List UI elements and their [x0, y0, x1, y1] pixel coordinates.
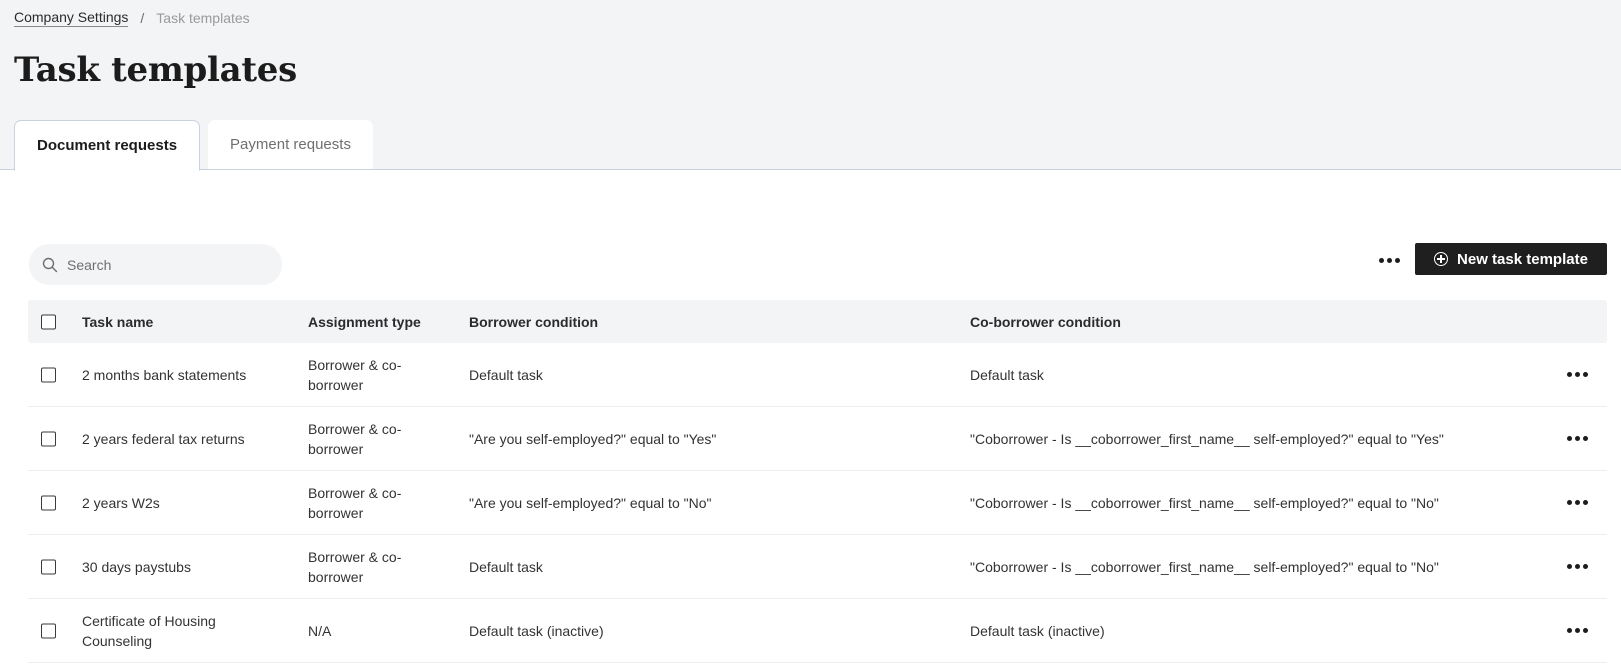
coborrower-condition-cell: "Coborrower - Is __coborrower_first_name…	[970, 494, 1439, 511]
assignment-type-cell: Borrower & co-borrower	[308, 420, 402, 457]
breadcrumb-company-settings-link[interactable]: Company Settings	[14, 9, 129, 27]
column-header-borrower-condition: Borrower condition	[469, 313, 599, 330]
task-name-cell: 30 days paystubs	[82, 558, 191, 575]
column-header-coborrower-condition: Co-borrower condition	[970, 313, 1121, 330]
column-header-assignment-type: Assignment type	[308, 313, 421, 330]
ellipsis-horizontal-icon	[1566, 564, 1588, 569]
tab-document-requests[interactable]: Document requests	[14, 120, 201, 171]
task-name-cell: 2 years W2s	[82, 494, 160, 511]
coborrower-condition-cell: "Coborrower - Is __coborrower_first_name…	[970, 430, 1444, 447]
row-checkbox[interactable]	[41, 559, 56, 574]
row-actions-button[interactable]	[1562, 557, 1592, 577]
task-name-cell: Certificate of Housing Counseling	[82, 612, 216, 649]
row-checkbox[interactable]	[41, 623, 56, 638]
borrower-condition-cell: Default task	[469, 366, 543, 383]
assignment-type-cell: N/A	[308, 622, 332, 639]
row-actions-button[interactable]	[1562, 493, 1592, 513]
assignment-type-cell: Borrower & co-borrower	[308, 356, 402, 393]
breadcrumb-current: Task templates	[156, 10, 250, 26]
select-all-checkbox[interactable]	[41, 314, 56, 329]
ellipsis-horizontal-icon	[1566, 372, 1588, 377]
task-templates-table: Task name Assignment type Borrower condi…	[28, 300, 1607, 663]
row-actions-button[interactable]	[1562, 365, 1592, 385]
search-input[interactable]	[65, 255, 269, 274]
row-checkbox[interactable]	[41, 431, 56, 446]
task-name-cell: 2 years federal tax returns	[82, 430, 245, 447]
more-options-button[interactable]	[1374, 248, 1404, 272]
task-name-cell: 2 months bank statements	[82, 366, 247, 383]
assignment-type-cell: Borrower & co-borrower	[308, 548, 402, 585]
tab-bar: Document requests Payment requests	[14, 120, 381, 171]
breadcrumb: Company Settings / Task templates	[14, 9, 250, 27]
borrower-condition-cell: Default task (inactive)	[469, 622, 604, 639]
page-header-area: Company Settings / Task templates Task t…	[0, 0, 1621, 171]
row-checkbox[interactable]	[41, 367, 56, 382]
table-row: 2 years W2s Borrower & co-borrower "Are …	[28, 471, 1607, 535]
coborrower-condition-cell: Default task	[970, 366, 1044, 383]
table-row: 2 years federal tax returns Borrower & c…	[28, 407, 1607, 471]
ellipsis-horizontal-icon	[1378, 257, 1400, 263]
row-actions-button[interactable]	[1562, 621, 1592, 641]
new-task-template-label: New task template	[1457, 250, 1588, 268]
table-row: 2 months bank statements Borrower & co-b…	[28, 343, 1607, 407]
plus-circle-icon	[1434, 252, 1449, 266]
borrower-condition-cell: Default task	[469, 558, 543, 575]
table-row: Certificate of Housing Counseling N/A De…	[28, 599, 1607, 663]
ellipsis-horizontal-icon	[1566, 500, 1588, 505]
table-header: Task name Assignment type Borrower condi…	[28, 300, 1607, 343]
ellipsis-horizontal-icon	[1566, 628, 1588, 633]
search-icon	[42, 257, 58, 272]
coborrower-condition-cell: "Coborrower - Is __coborrower_first_name…	[970, 558, 1439, 575]
row-checkbox[interactable]	[41, 495, 56, 510]
search-box[interactable]	[29, 244, 282, 285]
coborrower-condition-cell: Default task (inactive)	[970, 622, 1105, 639]
column-header-task-name: Task name	[82, 313, 154, 330]
new-task-template-button[interactable]: New task template	[1415, 243, 1607, 275]
borrower-condition-cell: "Are you self-employed?" equal to "No"	[469, 494, 712, 511]
page-title: Task templates	[14, 50, 297, 90]
table-row: 30 days paystubs Borrower & co-borrower …	[28, 535, 1607, 599]
row-actions-button[interactable]	[1562, 429, 1592, 449]
select-all-checkbox-wrap	[41, 314, 56, 329]
ellipsis-horizontal-icon	[1566, 436, 1588, 441]
tab-payment-requests[interactable]: Payment requests	[208, 120, 373, 169]
breadcrumb-separator: /	[140, 10, 145, 26]
assignment-type-cell: Borrower & co-borrower	[308, 484, 402, 521]
borrower-condition-cell: "Are you self-employed?" equal to "Yes"	[469, 430, 717, 447]
